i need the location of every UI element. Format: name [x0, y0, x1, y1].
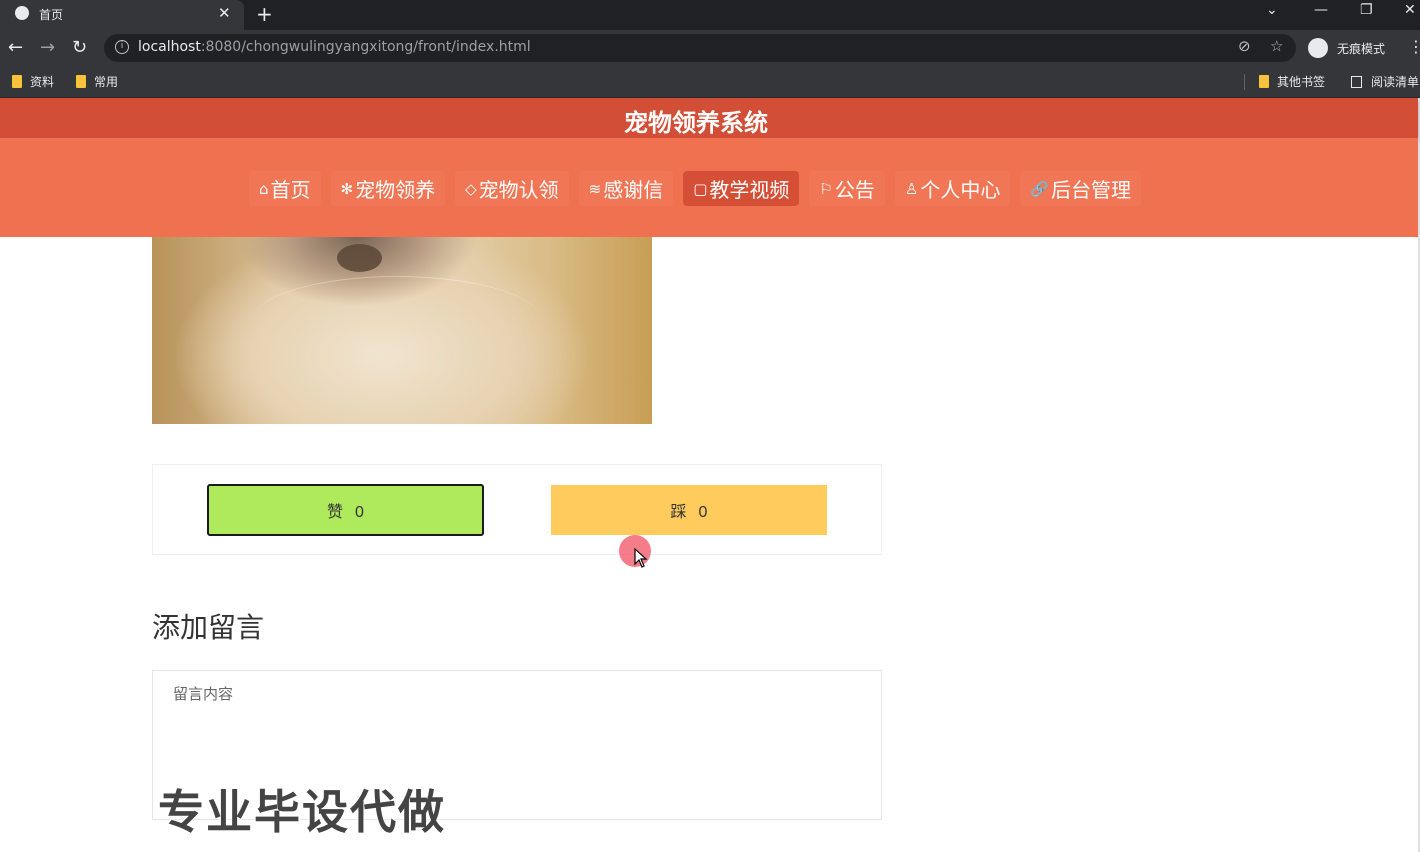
pet-nose — [337, 244, 382, 272]
snowflake-icon: ✻ — [340, 179, 354, 198]
add-comment-title: 添加留言 — [152, 611, 265, 644]
browser-tab-strip: 首页 ✕ + ⌄ — ❐ ✕ — [0, 0, 1420, 30]
video-icon: ▢ — [693, 179, 708, 198]
folder-icon — [76, 75, 86, 88]
incognito-icon[interactable] — [1308, 38, 1328, 58]
info-icon[interactable]: i — [115, 40, 129, 54]
nav-tutorial-videos[interactable]: ▢ 教学视频 — [683, 171, 800, 206]
bookmark-folder-changyong[interactable]: 常用 — [76, 73, 118, 90]
incognito-label[interactable]: 无痕模式 — [1337, 40, 1385, 57]
home-icon: ⌂ — [259, 179, 269, 198]
site-title: 宠物领养系统 — [624, 109, 768, 137]
menu-icon[interactable]: ⋮ — [1408, 37, 1420, 56]
tab-close-button[interactable]: ✕ — [218, 4, 231, 22]
tracking-eye-off-icon[interactable]: ⊘ — [1238, 37, 1251, 55]
pet-image — [152, 236, 652, 424]
address-bar[interactable]: i localhost:8080/chongwulingyangxitong/f… — [104, 34, 1296, 62]
bookmark-separator — [1244, 74, 1245, 90]
forward-icon[interactable]: → — [40, 37, 55, 58]
nav-pet-claim[interactable]: ◇ 宠物认领 — [455, 171, 569, 206]
nav-personal-center[interactable]: ♙ 个人中心 — [894, 171, 1011, 206]
mouse-pointer-icon — [634, 548, 648, 568]
other-bookmarks[interactable]: 其他书签 — [1259, 73, 1325, 90]
folder-icon — [1259, 75, 1269, 88]
tab-title: 首页 — [39, 8, 64, 22]
folder-icon — [12, 75, 22, 88]
like-button[interactable]: 赞0 — [207, 484, 484, 536]
user-icon: ♙ — [904, 179, 919, 198]
tab-search-icon[interactable]: ⌄ — [1266, 2, 1278, 18]
flag-icon: ⚐ — [819, 179, 833, 198]
main-nav-bar: ⌂ 首页 ✻ 宠物领养 ◇ 宠物认领 ≋ 感谢信 ▢ 教学视频 ⚐ 公告 ♙ 个人中心 🔗 后台… — [0, 138, 1418, 237]
minimize-icon[interactable]: — — [1314, 2, 1328, 18]
nav-home[interactable]: ⌂ 首页 — [249, 171, 321, 206]
pet-whiskers — [252, 276, 542, 366]
site-header: 宠物领养系统 ⌂ 首页 ✻ 宠物领养 ◇ 宠物认领 ≋ 感谢信 ▢ 教学视频 ⚐ 公告 ♙ 个… — [0, 98, 1418, 237]
back-icon[interactable]: ← — [8, 37, 23, 58]
nav-pet-adopt[interactable]: ✻ 宠物领养 — [330, 171, 446, 206]
restore-icon[interactable]: ❐ — [1360, 2, 1373, 18]
link-icon: 🔗 — [1030, 179, 1050, 198]
browser-tab[interactable]: 首页 ✕ — [0, 0, 244, 30]
new-tab-button[interactable]: + — [256, 2, 273, 26]
url-text[interactable]: localhost:8080/chongwulingyangxitong/fro… — [138, 39, 531, 55]
close-window-icon[interactable]: ✕ — [1404, 2, 1416, 18]
sliders-icon: ≋ — [588, 179, 602, 198]
page-viewport: 赞0 踩0 添加留言 专业毕设代做 宠物领养系统 ⌂首页 ✻宠物领养 ◇宠物认领… — [0, 98, 1420, 852]
tag-icon: ◇ — [465, 179, 477, 198]
nav-admin[interactable]: 🔗 后台管理 — [1020, 171, 1142, 206]
nav-announcements[interactable]: ⚐ 公告 — [809, 171, 885, 206]
reload-icon[interactable]: ↻ — [72, 37, 87, 58]
vote-panel: 赞0 踩0 — [152, 464, 882, 555]
dislike-button[interactable]: 踩0 — [551, 485, 827, 535]
globe-icon — [15, 6, 29, 20]
nav-thank-you-letters[interactable]: ≋ 感谢信 — [578, 171, 674, 206]
reading-list-icon — [1351, 76, 1362, 88]
main-nav: ⌂ 首页 ✻ 宠物领养 ◇ 宠物认领 ≋ 感谢信 ▢ 教学视频 ⚐ 公告 ♙ 个人中心 🔗 后台… — [249, 171, 1142, 206]
watermark-text: 专业毕设代做 — [158, 785, 446, 839]
site-title-bar: 宠物领养系统 — [0, 98, 1418, 138]
bookmarks-bar: 资料 常用 其他书签 阅读清单 — [0, 66, 1420, 98]
browser-toolbar: ← → ↻ i localhost:8080/chongwulingyangxi… — [0, 30, 1420, 66]
bookmark-folder-ziliao[interactable]: 资料 — [12, 73, 54, 90]
reading-list[interactable]: 阅读清单 — [1351, 73, 1419, 90]
bookmark-star-icon[interactable]: ☆ — [1270, 37, 1283, 55]
